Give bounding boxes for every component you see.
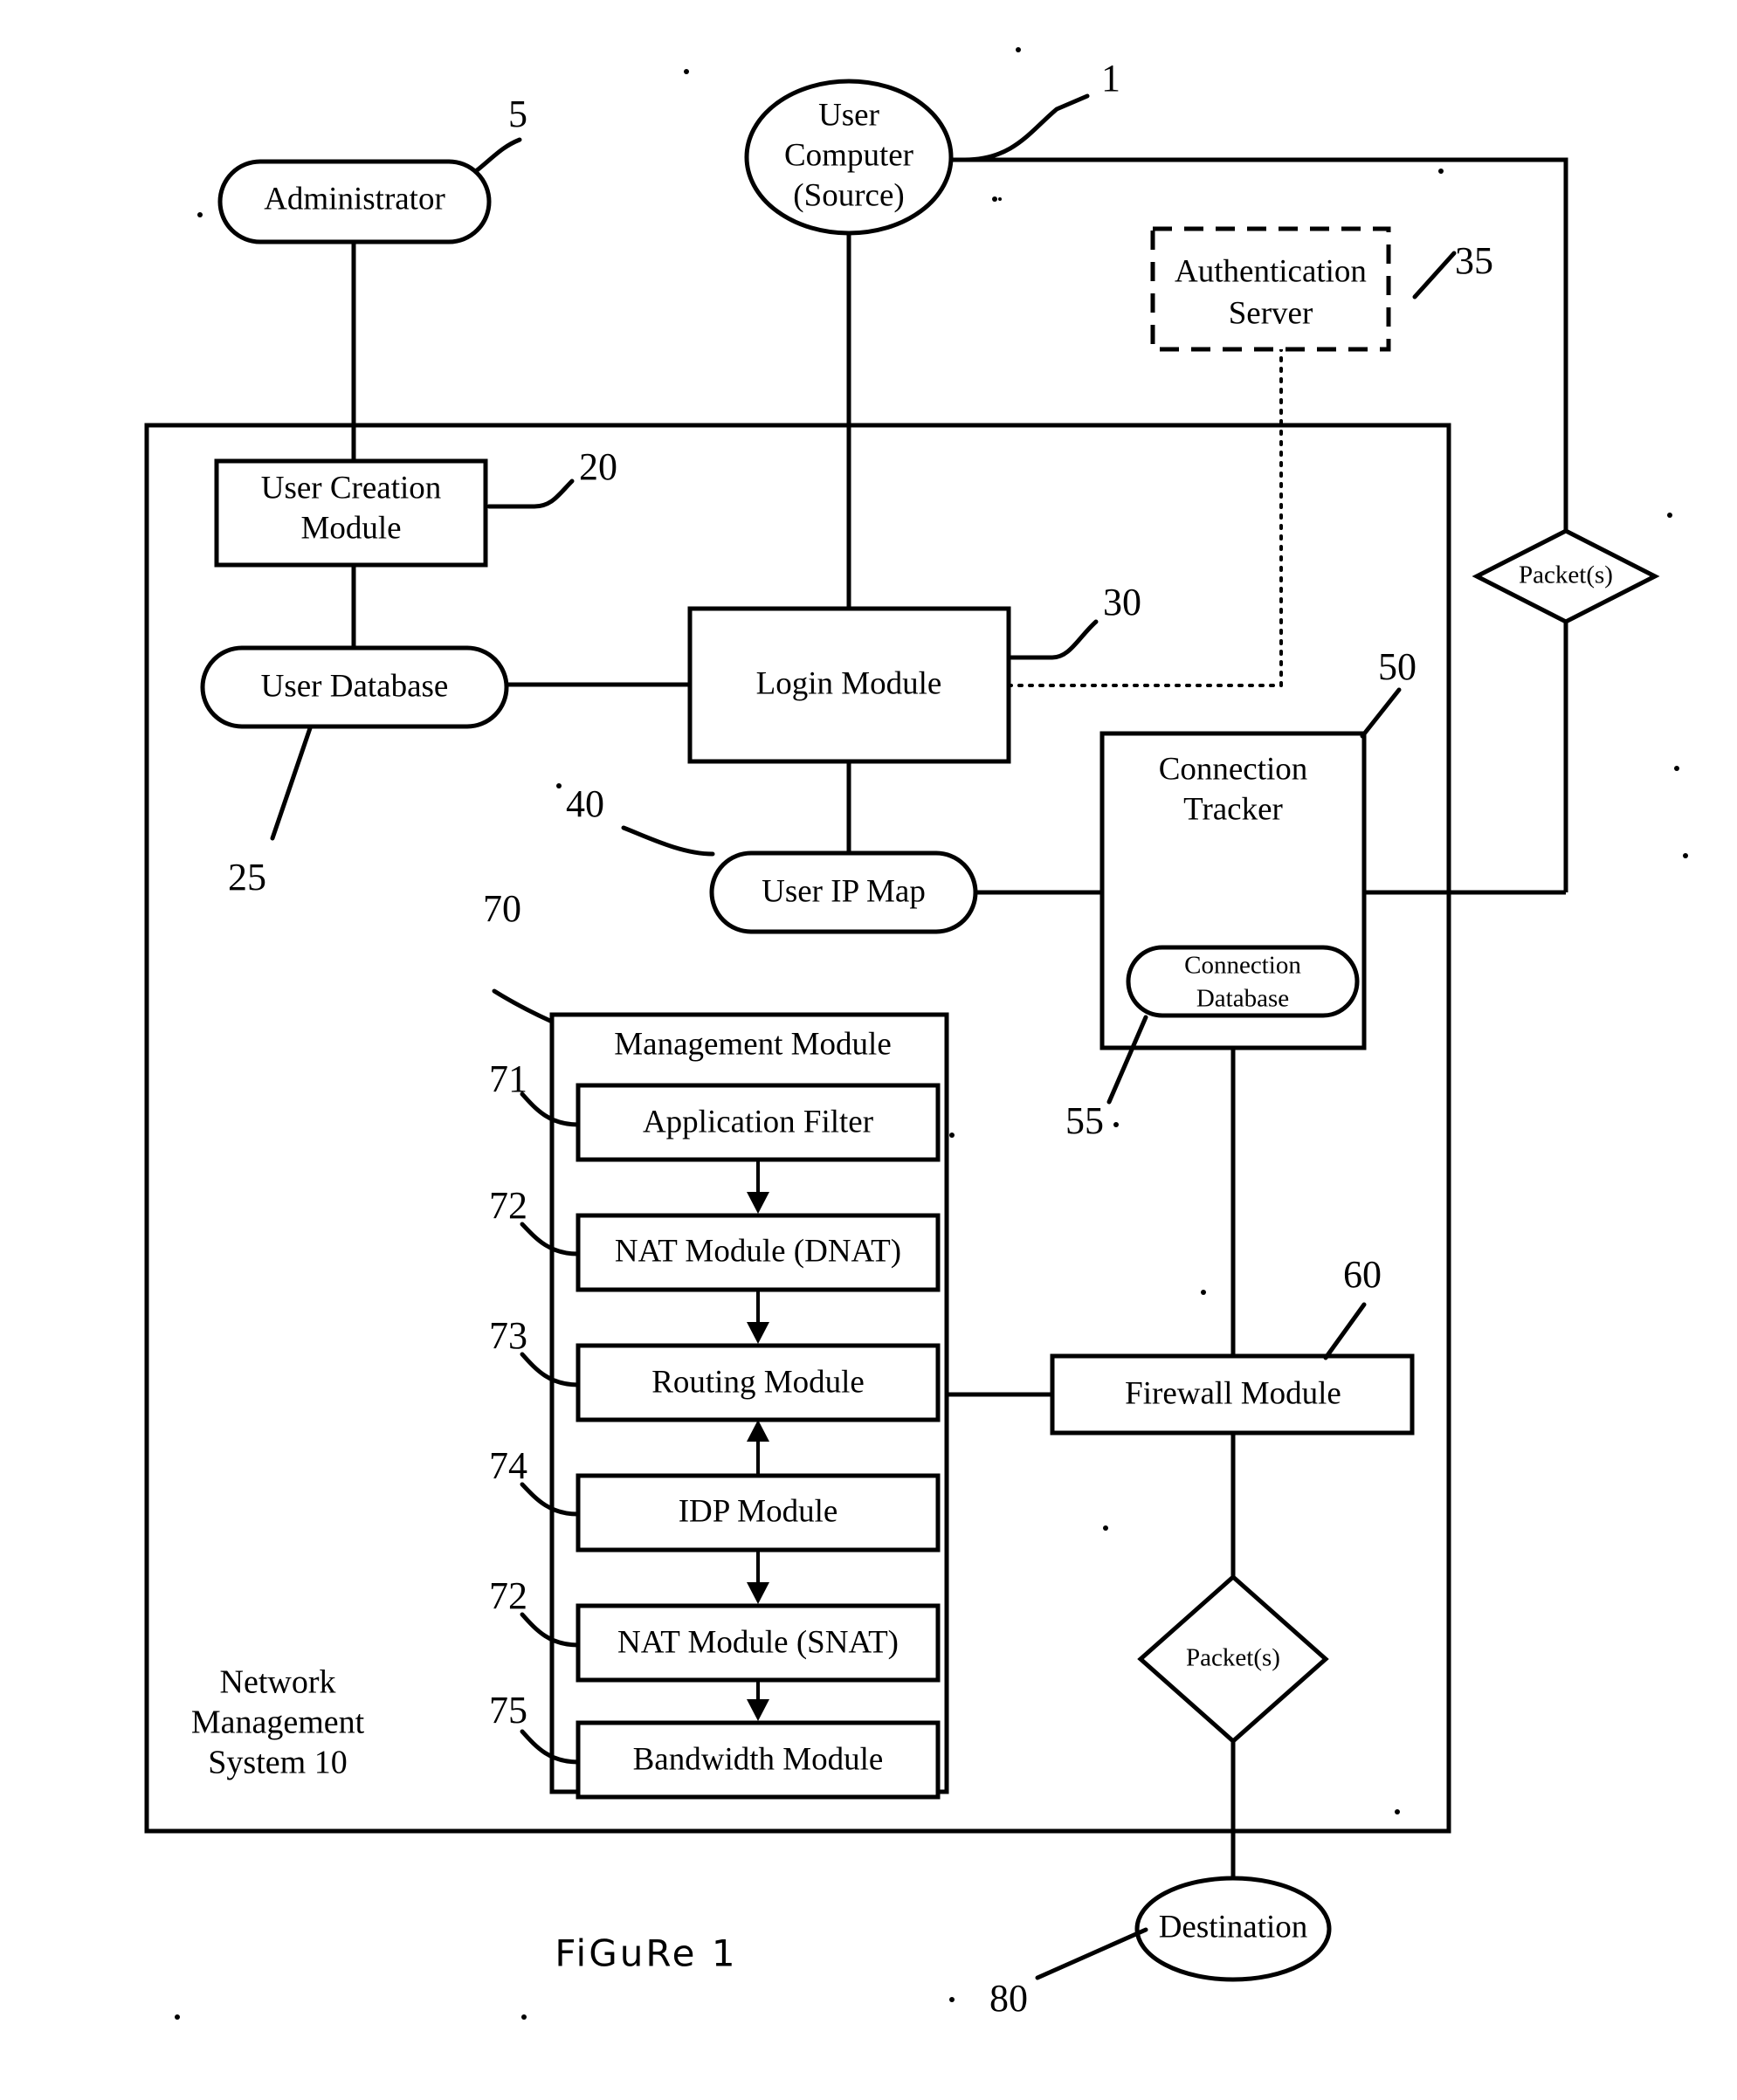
ref-number-40: 40 [566, 782, 604, 825]
authentication-server-label-line2: Server [1229, 295, 1313, 331]
leader-line-20 [486, 479, 575, 509]
ref-number-72-snat: 72 [489, 1574, 527, 1617]
scan-speck [949, 1997, 955, 2002]
scan-speck [1395, 1809, 1400, 1814]
user-computer-label-line3: (Source) [793, 177, 904, 213]
user-computer-label-line2: Computer [784, 137, 913, 173]
leader-line-50 [1360, 687, 1402, 739]
ref-number-72-dnat: 72 [489, 1184, 527, 1227]
scan-speck [949, 1133, 955, 1138]
scan-speck [1201, 1290, 1206, 1295]
user-computer-label-line1: User [818, 97, 879, 133]
ref-number-75: 75 [489, 1689, 527, 1732]
scan-speck [1103, 1525, 1108, 1531]
ref-number-30: 30 [1103, 581, 1141, 623]
leader-line-1 [962, 93, 1090, 162]
edge-loginmodule-to-authserver [1007, 348, 1283, 687]
leader-line-70 [492, 988, 555, 1024]
scan-speck [556, 783, 562, 788]
leader-line-60 [1323, 1302, 1367, 1360]
destination-label: Destination [1159, 1909, 1308, 1945]
ref-number-55: 55 [1065, 1099, 1104, 1142]
packet-bottom-label: Packet(s) [1186, 1644, 1280, 1672]
connection-database-label-line1: Connection [1184, 952, 1301, 980]
scan-speck [1667, 513, 1672, 518]
nat-module-dnat-label: NAT Module (DNAT) [615, 1233, 901, 1269]
user-creation-module-label-line1: User Creation [261, 470, 442, 506]
scan-speck [175, 2014, 180, 2020]
ref-number-20: 20 [579, 445, 617, 488]
ref-number-35: 35 [1455, 239, 1493, 282]
ref-number-80: 80 [989, 1977, 1028, 2020]
leader-line-30 [1009, 619, 1099, 660]
scan-speck [992, 196, 997, 202]
scan-speck [1674, 766, 1679, 771]
scan-speck [1016, 47, 1021, 52]
firewall-module-label: Firewall Module [1125, 1375, 1341, 1411]
system-name-line2: Management [191, 1704, 365, 1741]
leader-line-35 [1412, 251, 1457, 300]
bandwidth-module-label: Bandwidth Module [633, 1741, 884, 1777]
packet-right-label: Packet(s) [1519, 561, 1613, 589]
leader-line-25 [270, 726, 313, 841]
nat-module-snat-label: NAT Module (SNAT) [617, 1624, 899, 1660]
ref-number-1: 1 [1101, 57, 1120, 100]
scan-speck [684, 69, 689, 74]
routing-module-label: Routing Module [651, 1364, 865, 1400]
management-module-label: Management Module [614, 1026, 892, 1062]
idp-module-label: IDP Module [679, 1493, 838, 1529]
scan-speck [1113, 1122, 1119, 1127]
ref-number-70: 70 [483, 887, 521, 930]
scan-speck [1683, 853, 1688, 858]
scan-speck [197, 212, 203, 217]
user-database-label: User Database [261, 668, 449, 704]
administrator-label: Administrator [264, 181, 445, 217]
leader-line-80 [1035, 1927, 1148, 1980]
patent-figure-page: User Computer (Source) 1 Administrator 5… [0, 0, 1737, 2100]
leader-line-40 [621, 825, 715, 857]
ref-number-74: 74 [489, 1444, 527, 1487]
scan-speck [998, 197, 1002, 201]
system-name-line1: Network [220, 1664, 336, 1701]
network-management-system-diagram: User Computer (Source) 1 Administrator 5… [144, 47, 1688, 2020]
ref-number-50: 50 [1378, 645, 1416, 688]
scan-speck [1438, 169, 1444, 174]
ref-number-60: 60 [1343, 1253, 1382, 1296]
ref-number-5: 5 [508, 93, 527, 135]
ref-number-73: 73 [489, 1314, 527, 1357]
ref-number-71: 71 [489, 1057, 527, 1100]
scan-speck [521, 2014, 527, 2020]
connection-tracker-label-line2: Tracker [1183, 791, 1283, 827]
figure-caption: FiGuRe 1 [555, 1932, 737, 1975]
system-name-line3: System 10 [208, 1745, 347, 1781]
user-ip-map-label: User IP Map [762, 873, 926, 909]
application-filter-label: Application Filter [643, 1104, 873, 1140]
ref-number-25: 25 [228, 856, 266, 899]
connection-tracker-label-line1: Connection [1159, 751, 1308, 787]
connection-database-label-line2: Database [1196, 985, 1289, 1013]
user-creation-module-label-line2: Module [300, 510, 401, 546]
login-module-label: Login Module [756, 665, 942, 701]
authentication-server-label-line1: Authentication [1175, 253, 1367, 289]
leader-line-5 [473, 137, 522, 174]
